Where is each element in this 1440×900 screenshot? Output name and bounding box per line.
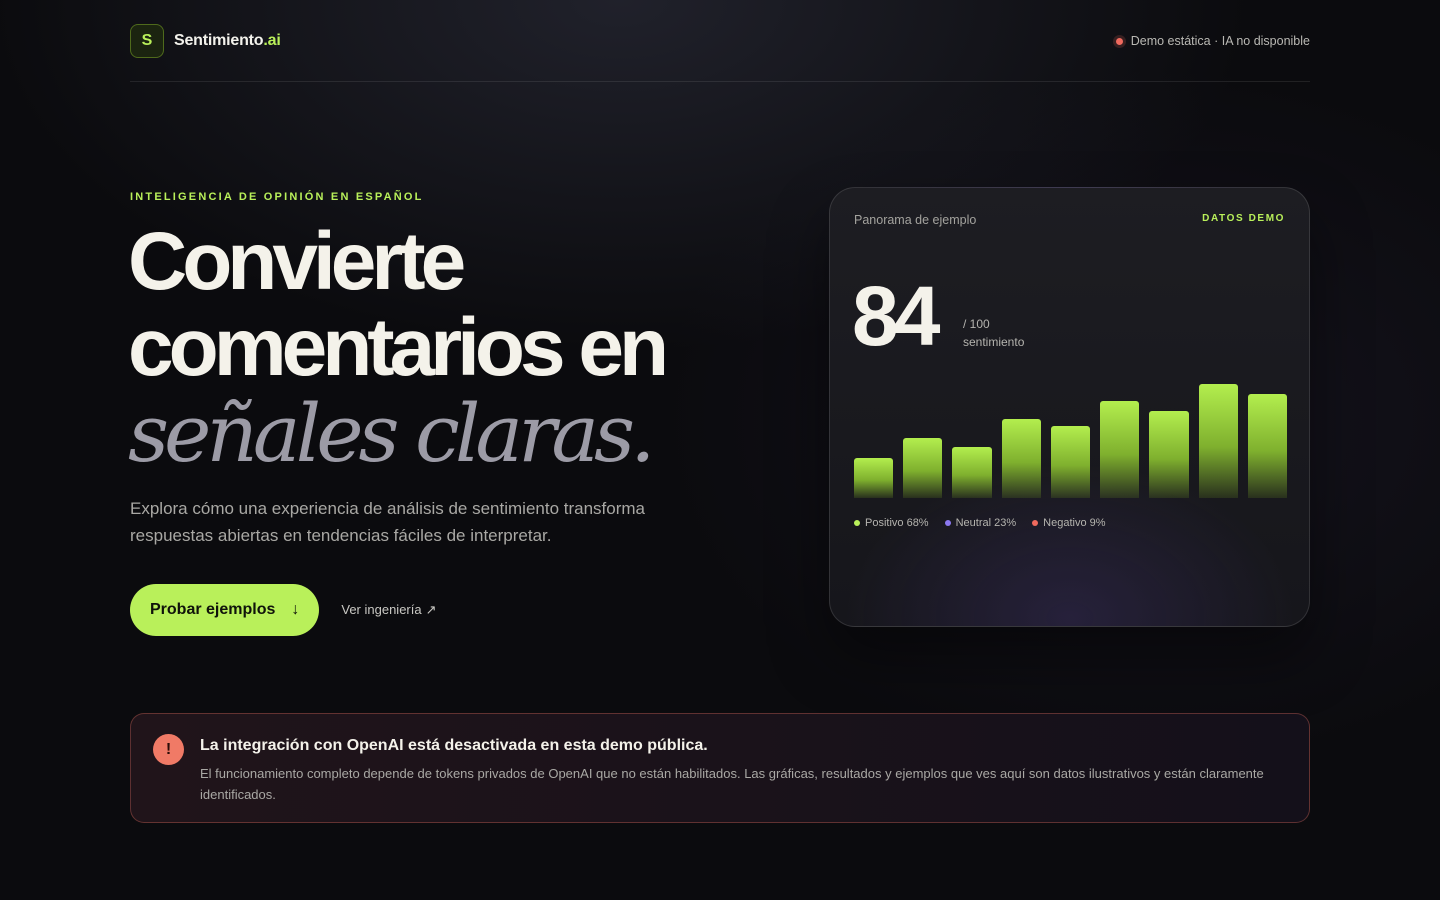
hero-eyebrow: INTELIGENCIA DE OPINIÓN EN ESPAÑOL <box>130 191 424 203</box>
chart-bar <box>1198 384 1238 498</box>
legend-item: Negativo 9% <box>1032 517 1106 529</box>
status-dot-icon <box>1115 37 1123 45</box>
sentiment-score: 84 <box>852 269 940 363</box>
legend-dot-icon <box>854 520 860 526</box>
view-engineering-link[interactable]: Ver ingeniería ↗ <box>341 602 436 618</box>
headline-line-2: comentarios en <box>128 302 669 393</box>
try-examples-button[interactable]: Probar ejemplos ↓ <box>130 584 320 636</box>
score-label: sentimiento <box>963 335 1025 349</box>
demo-data-badge: DATOS DEMO <box>1202 213 1285 224</box>
legend-dot-icon <box>944 520 951 526</box>
try-examples-label: Probar ejemplos <box>150 601 276 618</box>
card-title: Panorama de ejemplo <box>854 213 977 227</box>
legend-label: Negativo 9% <box>1043 517 1106 529</box>
chart-legend: Positivo 68% Neutral 23% Negativo 9% <box>854 517 1106 529</box>
status-text: Demo estática · IA no disponible <box>1130 34 1310 48</box>
hero-headline: Convierte comentarios en señales claras. <box>128 219 768 477</box>
site-header: S Sentimiento.ai Demo estática · IA no d… <box>130 24 1310 58</box>
status-indicator: Demo estática · IA no disponible <box>1115 34 1310 48</box>
alert-title: La integración con OpenAI está desactiva… <box>200 737 708 754</box>
legend-item: Positivo 68% <box>854 517 929 529</box>
chart-bar <box>854 458 894 498</box>
brand-name: Sentimiento.ai <box>174 32 281 50</box>
chart-bar <box>952 447 992 498</box>
headline-line-3: señales claras. <box>128 387 656 480</box>
chart-bar <box>1001 419 1041 498</box>
legend-item: Neutral 23% <box>944 517 1017 529</box>
legend-dot-icon <box>1032 520 1039 526</box>
legend-label: Neutral 23% <box>955 517 1017 529</box>
legend-label: Positivo 68% <box>865 517 929 529</box>
exclamation-icon: ! <box>153 734 184 765</box>
headline-line-1: Convierte <box>128 216 466 307</box>
chart-bar <box>903 438 943 498</box>
score-max: / 100 <box>963 317 990 331</box>
hero-lede: Explora cómo una experiencia de análisis… <box>130 499 645 545</box>
openai-disabled-alert: ! La integración con OpenAI está desacti… <box>130 713 1310 823</box>
cta-row: Probar ejemplos ↓ Ver ingeniería ↗ <box>130 584 437 636</box>
sentiment-bar-chart <box>854 378 1287 498</box>
chart-bar <box>1247 394 1287 498</box>
brand[interactable]: S Sentimiento.ai <box>130 24 281 58</box>
score-meta: / 100 sentimiento <box>963 315 1024 351</box>
alert-body: El funcionamiento completo depende de to… <box>200 766 1264 802</box>
brand-name-text: Sentimiento <box>174 32 264 49</box>
arrow-down-icon: ↓ <box>291 601 300 618</box>
chart-bar <box>1149 411 1189 498</box>
header-divider <box>130 81 1310 82</box>
chart-bar <box>1050 426 1091 498</box>
brand-tld: .ai <box>263 32 281 49</box>
arrow-up-right-icon: ↗ <box>425 602 437 617</box>
sample-overview-card: Panorama de ejemplo DATOS DEMO 84 / 100 … <box>829 187 1310 627</box>
logo-mark: S <box>130 24 164 58</box>
chart-bar <box>1100 401 1140 498</box>
view-engineering-label: Ver ingeniería <box>341 602 422 617</box>
